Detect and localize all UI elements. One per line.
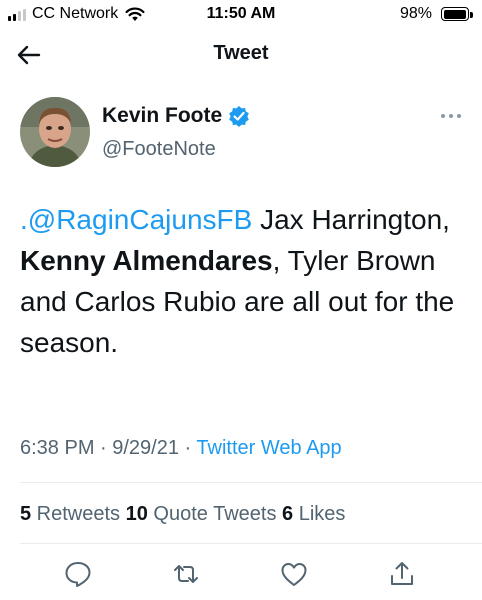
avatar[interactable]	[20, 97, 90, 167]
divider	[20, 482, 482, 483]
retweets-count[interactable]: 5	[20, 503, 31, 525]
tweet-text-bold: Kenny Almendares	[20, 245, 273, 276]
battery-icon	[441, 7, 469, 21]
tweet-text-part: Jax Harrington,	[252, 204, 450, 235]
divider	[20, 543, 482, 544]
share-icon[interactable]	[387, 559, 417, 589]
tweet-meta: 6:38 PM · 9/29/21 · Twitter Web App	[20, 437, 342, 460]
action-bar	[0, 559, 482, 591]
quotes-label[interactable]: Quote Tweets	[148, 503, 282, 525]
battery-tip	[470, 12, 473, 18]
likes-label[interactable]: Likes	[293, 503, 346, 525]
likes-count[interactable]: 6	[282, 503, 293, 525]
page-title: Tweet	[213, 42, 269, 64]
verified-badge-icon	[229, 106, 249, 127]
battery-percent: 98%	[399, 5, 432, 22]
author-name[interactable]: Kevin Foote	[102, 104, 222, 128]
status-bar: CC Network 11:50 AM 98%	[0, 0, 482, 30]
quotes-count[interactable]: 10	[126, 503, 148, 525]
source-link[interactable]: Twitter Web App	[196, 437, 341, 459]
author-name-row[interactable]: Kevin Foote	[102, 104, 250, 128]
retweet-icon[interactable]	[171, 559, 201, 589]
timestamp[interactable]: 6:38 PM · 9/29/21 ·	[20, 437, 196, 459]
more-options-icon[interactable]	[440, 112, 462, 120]
tweet-text: .@RaginCajunsFB Jax Harrington, Kenny Al…	[20, 199, 465, 363]
reply-icon[interactable]	[63, 559, 93, 589]
author-handle[interactable]: @FooteNote	[102, 138, 216, 161]
like-icon[interactable]	[279, 559, 309, 589]
retweets-label[interactable]: Retweets	[31, 503, 125, 525]
mention-link[interactable]: .@RaginCajunsFB	[20, 204, 252, 235]
engagement-stats: 5 Retweets 10 Quote Tweets 6 Likes	[20, 503, 345, 526]
